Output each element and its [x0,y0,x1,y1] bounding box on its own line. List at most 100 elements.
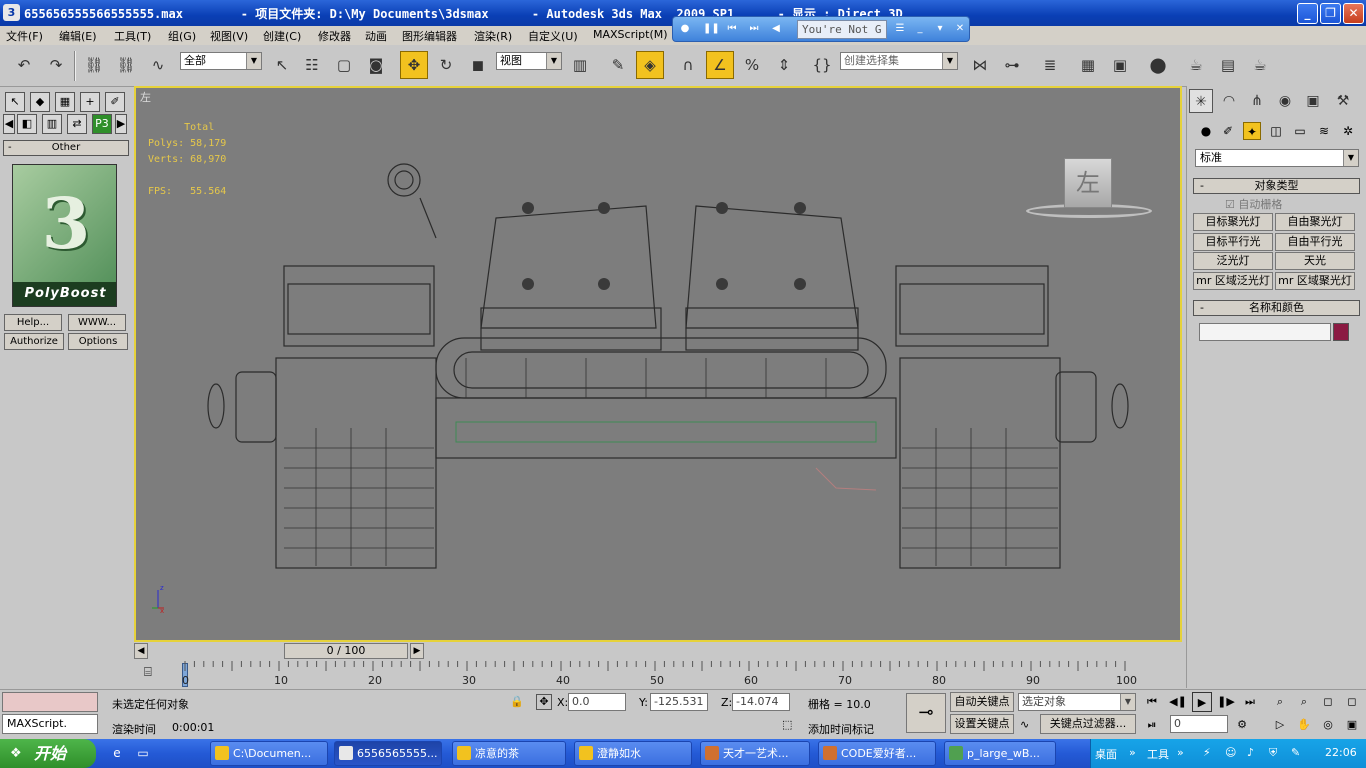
taskbar-item-chat-2[interactable]: CODE爱好者... [818,741,936,766]
free-direct-button[interactable]: 自由平行光 [1275,233,1355,251]
taskbar-item-chat-1[interactable]: 天才一艺术... [700,741,810,766]
zoom-all-icon[interactable]: ⌕ [1294,692,1314,712]
undo-icon[interactable]: ↶ [10,51,38,79]
start-button[interactable]: ❖ 开始 [0,739,96,768]
current-frame-field[interactable]: 0 [1170,715,1228,733]
render-setup-icon[interactable]: ☕ [1182,51,1210,79]
go-to-start-icon[interactable]: ⏮ [1142,692,1162,712]
bind-space-warp-icon[interactable]: ∿ [144,51,172,79]
www-button[interactable]: WWW... [68,314,126,331]
x-coordinate-field[interactable]: 0.0 [568,693,626,711]
rectangular-selection-icon[interactable]: ▢ [330,51,358,79]
select-by-name-icon[interactable]: ☷ [298,51,326,79]
layer-manager-icon[interactable]: ≣ [1036,51,1064,79]
uv-icon[interactable]: ▥ [42,114,62,134]
angle-snap-icon[interactable]: ∠ [706,51,734,79]
edit-named-selection-icon[interactable]: {} [808,51,836,79]
keyboard-shortcut-override-icon[interactable]: ◈ [636,51,664,79]
light-category-select[interactable]: 标准 ▼ [1195,149,1359,167]
brush-icon[interactable]: ✐ [105,92,125,112]
motion-tab-icon[interactable]: ◉ [1273,89,1297,113]
volume-icon[interactable]: ◀ [769,22,783,36]
target-spot-button[interactable]: 目标聚光灯 [1193,213,1273,231]
volume-tray-icon[interactable]: ♪ [1247,746,1254,759]
help-button[interactable]: Help... [4,314,62,331]
name-color-rollout-header[interactable]: - 名称和颜色 [1193,300,1360,316]
maxscript-listener[interactable]: MAXScript. [2,714,98,734]
maximize-button[interactable]: ❐ [1320,3,1341,24]
align-icon[interactable]: ⊶ [998,51,1026,79]
time-slider-right-arrow[interactable]: ▶ [410,643,424,659]
taskbar-item-3dsmax[interactable]: 6556565555... [334,741,442,766]
auto-grid-checkbox[interactable]: ☑ 自动栅格 [1225,196,1282,212]
time-configuration-icon[interactable]: ⚙ [1232,715,1252,735]
select-and-link-icon[interactable]: ⛓ [80,51,108,79]
utilities-tab-icon[interactable]: ⚒ [1331,89,1355,113]
scroll-right-icon[interactable]: ▶ [115,114,127,134]
key-mode-icon[interactable]: ⏯ [1142,715,1162,735]
menu-graph-editors[interactable]: 图形编辑器 [402,28,457,44]
time-slider-left-arrow[interactable]: ◀ [134,643,148,659]
mirror-icon[interactable]: ⋈ [966,51,994,79]
track-bar[interactable]: ⌸ 0 10 20 30 40 50 60 70 80 90 100 [134,661,1184,689]
y-coordinate-field[interactable]: -125.531 [650,693,708,711]
select-and-move-icon[interactable]: ✥ [400,51,428,79]
menu-views[interactable]: 视图(V) [210,28,248,44]
taskbar-item-image[interactable]: p_large_wB... [944,741,1056,766]
lights-icon[interactable]: ✦ [1243,122,1261,140]
systems-icon[interactable]: ✲ [1339,122,1357,140]
menu-animation[interactable]: 动画 [365,28,387,44]
cameras-icon[interactable]: ◫ [1267,122,1285,140]
hierarchy-tab-icon[interactable]: ⋔ [1245,89,1269,113]
next-frame-icon[interactable]: ❚▶ [1216,692,1236,712]
add-time-tag[interactable]: 添加时间标记 [808,721,874,737]
chevron-down-icon[interactable]: ▼ [246,53,261,69]
polyboost-icon[interactable]: P3 [92,114,112,134]
taskbar-item-explorer[interactable]: C:\Documen... [210,741,328,766]
next-icon[interactable]: ⏭ [747,22,761,36]
grid-icon[interactable]: ▦ [55,92,75,112]
tray-expand-icon[interactable]: » [1177,746,1184,759]
default-tangents-icon[interactable]: ∿ [1020,718,1029,731]
zoom-extents-all-icon[interactable]: ◻ [1342,692,1362,712]
pan-icon[interactable]: ✋ [1294,715,1314,735]
network-icon[interactable]: ⚡ [1203,746,1211,759]
other-rollout-header[interactable]: - Other [3,140,129,156]
modify-tab-icon[interactable]: ◠ [1217,89,1241,113]
input-method-icon[interactable]: ✎ [1291,746,1300,759]
qq-icon[interactable]: ☺ [1225,746,1236,759]
select-and-manipulate-icon[interactable]: ✎ [604,51,632,79]
time-slider[interactable]: 0 / 100 [284,643,408,659]
display-tab-icon[interactable]: ▣ [1301,89,1325,113]
material-editor-icon[interactable]: ⬤ [1144,51,1172,79]
snaps-toggle-icon[interactable]: ∩ [674,51,702,79]
mr-area-spot-button[interactable]: mr 区域聚光灯 [1275,272,1355,290]
target-direct-button[interactable]: 目标平行光 [1193,233,1273,251]
zoom-extents-icon[interactable]: ◻ [1318,692,1338,712]
maxscript-listener-pink[interactable] [2,692,98,712]
3dsmax-app-icon[interactable]: 3 [3,4,20,21]
rendered-frame-window-icon[interactable]: ▤ [1214,51,1242,79]
minimize-icon[interactable]: _ [913,22,927,36]
z-coordinate-field[interactable]: -14.074 [732,693,790,711]
options-button[interactable]: Options [68,333,128,350]
taskbar-item-folder-1[interactable]: 凉意的茶 [452,741,566,766]
window-crossing-icon[interactable]: ◙ [362,51,390,79]
maximize-viewport-icon[interactable]: ▣ [1342,715,1362,735]
tray-expand-icon[interactable]: » [1129,746,1136,759]
lock-selection-icon[interactable]: 🔒 [510,695,524,708]
previous-icon[interactable]: ⏮ [725,22,739,36]
omni-button[interactable]: 泛光灯 [1193,252,1273,270]
shapes-icon[interactable]: ✐ [1219,122,1237,140]
select-icon[interactable]: ↖ [5,92,25,112]
previous-frame-icon[interactable]: ◀❚ [1168,692,1188,712]
go-to-end-icon[interactable]: ⏭ [1240,692,1260,712]
select-and-scale-icon[interactable]: ◼ [464,51,492,79]
plus-icon[interactable]: + [80,92,100,112]
chevron-down-icon[interactable]: ▼ [942,53,957,69]
pivot-center-icon[interactable]: ▥ [566,51,594,79]
chevron-down-icon[interactable]: ▼ [546,53,561,69]
object-color-swatch[interactable] [1333,323,1349,341]
close-button[interactable]: ✕ [1343,3,1364,24]
chevron-down-icon[interactable]: ▼ [1120,694,1135,710]
